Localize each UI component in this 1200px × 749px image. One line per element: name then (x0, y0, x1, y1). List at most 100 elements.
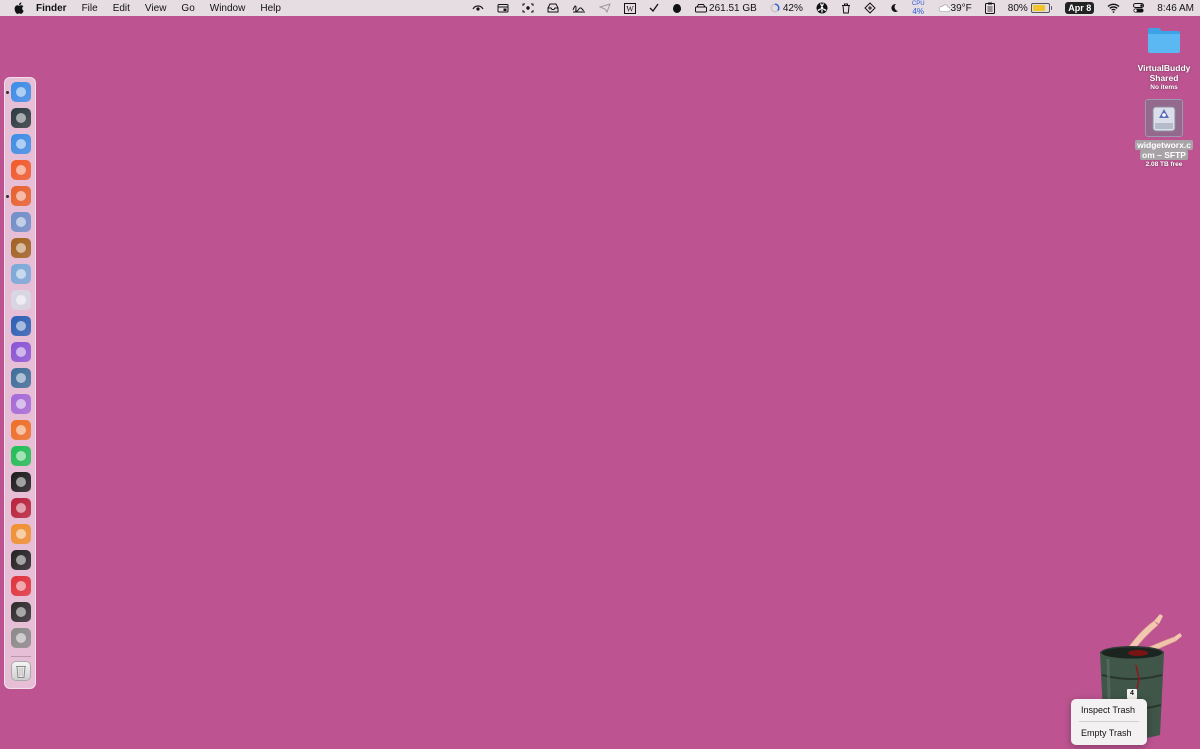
folder-label-line1: VirtualBuddy (1137, 63, 1191, 73)
xcode-tools-icon[interactable] (11, 134, 31, 154)
folder-icon (1148, 28, 1180, 53)
spotify-glyph (16, 451, 26, 461)
nova-icon[interactable] (11, 342, 31, 362)
bbedit-glyph (16, 295, 26, 305)
beta-app-glyph (16, 529, 26, 539)
inspect-trash-menu-item[interactable]: Inspect Trash (1081, 705, 1135, 715)
photo-booth-glyph (16, 503, 26, 513)
apple-menu-icon[interactable] (12, 2, 26, 14)
control-center-icon[interactable] (1133, 0, 1145, 16)
folder-label-line2: Shared (1149, 73, 1179, 83)
weather-temp: 39°F (950, 2, 972, 14)
battery-fill (1032, 5, 1045, 11)
opera-glyph (16, 581, 26, 591)
xcode-tools-glyph (16, 139, 26, 149)
infuse-icon[interactable] (11, 368, 31, 388)
activity-monitor-glyph (16, 607, 26, 617)
radiation-status-icon[interactable] (816, 0, 828, 16)
date-status-item[interactable]: Apr 8 (1065, 0, 1095, 16)
diamond-status-icon[interactable] (864, 0, 876, 16)
menu-help[interactable]: Help (260, 3, 281, 14)
trash-icon[interactable] (11, 661, 31, 681)
sftp-volume[interactable]: widgetworx.c om – SFTP 2.08 TB free (1131, 99, 1197, 169)
window-manager-glyph (16, 217, 26, 227)
trash-status-icon[interactable] (841, 0, 851, 16)
weather-status-item[interactable]: 39°F (938, 0, 972, 16)
checkmark-status-icon[interactable] (649, 0, 659, 16)
plane-status-icon[interactable] (599, 0, 611, 16)
battery-status-item[interactable]: 80% (1008, 0, 1053, 16)
calendar-app-status-icon[interactable] (497, 0, 509, 16)
running-indicator (6, 195, 9, 198)
audio-app-glyph (16, 425, 26, 435)
photo-booth-icon[interactable] (11, 498, 31, 518)
spotify-icon[interactable] (11, 446, 31, 466)
date-label: Apr 8 (1065, 2, 1095, 14)
finder-glyph (16, 87, 26, 97)
wifi-icon[interactable] (1107, 0, 1120, 16)
terminal-icon[interactable] (11, 472, 31, 492)
volume-label-line1: widgetworx.c (1135, 140, 1193, 150)
menu-go[interactable]: Go (181, 3, 194, 14)
virtualbuddy-shared-folder[interactable]: VirtualBuddy Shared No items (1131, 25, 1197, 92)
preview-icon[interactable] (11, 264, 31, 284)
activity-monitor-icon[interactable] (11, 602, 31, 622)
layers-app-glyph (16, 555, 26, 565)
terminal-glyph (16, 477, 26, 487)
cpu-status-item[interactable]: CPU 4% (912, 0, 925, 16)
menu-view[interactable]: View (145, 3, 167, 14)
word-glyph (16, 321, 26, 331)
layers-app-icon[interactable] (11, 550, 31, 570)
bbedit-icon[interactable] (11, 290, 31, 310)
audio-app-icon[interactable] (11, 420, 31, 440)
beta-app-icon[interactable] (11, 524, 31, 544)
opera-icon[interactable] (11, 576, 31, 596)
word-status-icon[interactable]: W (624, 0, 637, 16)
downie-glyph (16, 399, 26, 409)
system-settings-icon[interactable] (11, 628, 31, 648)
firefox-glyph (16, 191, 26, 201)
acorn-glyph (16, 243, 26, 253)
status-area: W 261.51 GB 42% CPU 4% 39°F 80% Apr 8 8:4… (459, 0, 1194, 16)
screenshot-status-icon[interactable] (522, 0, 534, 16)
menu-file[interactable]: File (82, 3, 98, 14)
preview-glyph (16, 269, 26, 279)
downie-icon[interactable] (11, 394, 31, 414)
clipboard-status-icon[interactable] (984, 0, 995, 16)
menu-bar: Finder File Edit View Go Window Help W 2… (0, 0, 1200, 16)
disk-status-item[interactable]: 261.51 GB (695, 0, 757, 16)
eye-status-icon[interactable] (472, 0, 484, 16)
brave-icon[interactable] (11, 160, 31, 180)
running-indicator (6, 91, 9, 94)
disk-free-label: 261.51 GB (709, 2, 757, 14)
inbox-status-icon[interactable] (547, 0, 559, 16)
clock-time: 8:46 AM (1157, 2, 1194, 14)
menu-edit[interactable]: Edit (113, 3, 130, 14)
brave-glyph (16, 165, 26, 175)
infuse-glyph (16, 373, 26, 383)
volume-icon (1145, 99, 1183, 137)
moon-status-icon[interactable] (889, 0, 899, 16)
empty-trash-menu-item[interactable]: Empty Trash (1081, 728, 1132, 738)
acorn-icon[interactable] (11, 238, 31, 258)
dock (4, 77, 36, 689)
hand-status-icon[interactable] (672, 0, 682, 16)
cpu-value: 4% (912, 6, 924, 16)
trash-count-badge: 4 (1127, 689, 1137, 699)
xcode-instruments-glyph (16, 113, 26, 123)
finder-icon[interactable] (11, 82, 31, 102)
trash-context-menu: Inspect Trash Empty Trash (1071, 699, 1147, 745)
signature-status-icon[interactable] (572, 0, 586, 16)
menu-bar-left: Finder File Edit View Go Window Help (0, 0, 296, 16)
progress-status-item[interactable]: 42% (770, 0, 803, 16)
word-icon[interactable] (11, 316, 31, 336)
clock-status-item[interactable]: 8:46 AM (1157, 0, 1194, 16)
menu-window[interactable]: Window (210, 3, 246, 14)
volume-label-line2: om – SFTP (1140, 150, 1188, 160)
window-manager-icon[interactable] (11, 212, 31, 232)
menu-separator (1079, 721, 1139, 722)
firefox-icon[interactable] (11, 186, 31, 206)
svg-text:W: W (626, 4, 634, 13)
menu-finder[interactable]: Finder (36, 3, 67, 14)
xcode-instruments-icon[interactable] (11, 108, 31, 128)
